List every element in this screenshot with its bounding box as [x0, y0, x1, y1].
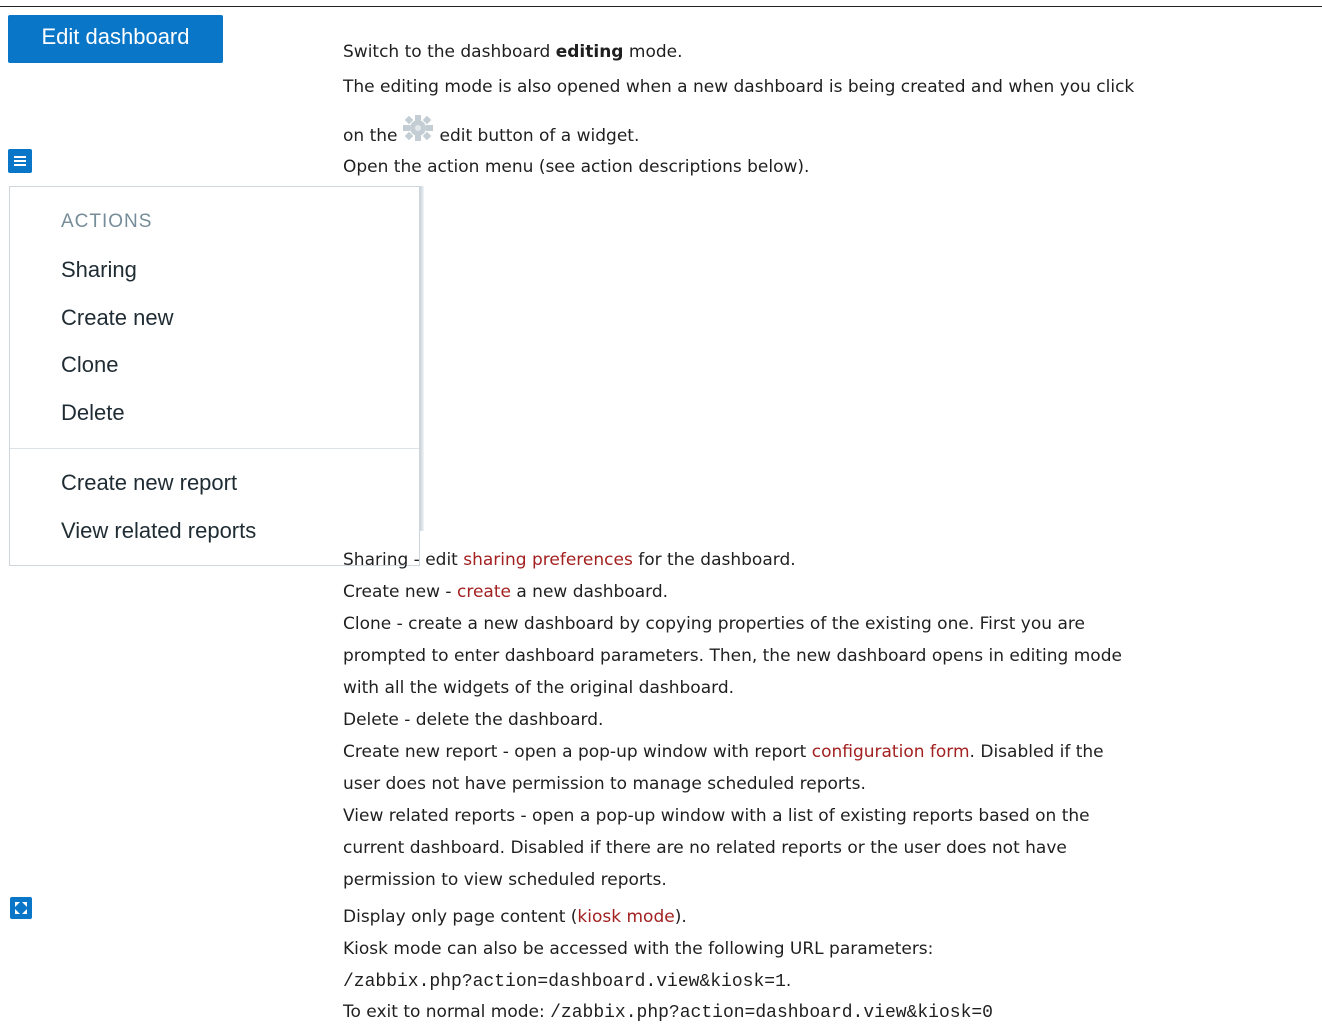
edit-dashboard-button[interactable]: Edit dashboard	[8, 15, 223, 63]
edit-desc-line3: on the edit button of a widget.	[343, 115, 639, 148]
kiosk-exit-label: To exit to normal mode:	[343, 1002, 551, 1022]
sharing-desc: Sharing - edit sharing preferences for t…	[343, 548, 796, 572]
report-desc-pre: Create new report - open a pop-up window…	[343, 742, 812, 762]
clone-desc-line1: Clone - create a new dashboard by copyin…	[343, 614, 1085, 634]
kiosk-url-on-line: /zabbix.php?action=dashboard.view&kiosk=…	[343, 969, 791, 994]
sharing-preferences-link[interactable]: sharing preferences	[463, 550, 633, 570]
clone-desc-line3: with all the widgets of the original das…	[343, 678, 735, 698]
delete-desc: Delete - delete the dashboard.	[343, 710, 604, 730]
action-menu-desc: Open the action menu (see action descrip…	[343, 157, 810, 177]
menu-item-view-related-reports[interactable]: View related reports	[61, 518, 256, 544]
kiosk-desc-line2: Kiosk mode can also be accessed with the…	[343, 939, 934, 959]
view-reports-desc-line2: current dashboard. Disabled if there are…	[343, 838, 1067, 858]
edit-desc-text: Switch to the dashboard	[343, 42, 556, 62]
edit-desc-bold: editing	[555, 42, 624, 62]
edit-desc-line3-pre: on the	[343, 126, 398, 146]
report-desc-line1: Create new report - open a pop-up window…	[343, 740, 1104, 764]
menu-heading: ACTIONS	[61, 211, 153, 232]
report-desc-line2: user does not have permission to manage …	[343, 774, 866, 794]
sharing-desc-post: for the dashboard.	[632, 550, 796, 570]
clone-desc-line2: prompted to enter dashboard parameters. …	[343, 646, 1122, 666]
kiosk-url-off: /zabbix.php?action=dashboard.view&kiosk=…	[550, 1003, 993, 1023]
edit-desc-line1: Switch to the dashboard editing mode.	[343, 40, 683, 64]
view-reports-desc-line1: View related reports - open a pop-up win…	[343, 806, 1090, 826]
edit-desc-line3-post: edit button of a widget.	[439, 126, 640, 146]
kiosk-url-on: /zabbix.php?action=dashboard.view&kiosk=…	[343, 972, 786, 992]
view-reports-desc-line3: permission to view scheduled reports.	[343, 870, 667, 890]
kiosk-desc: Display only page content (kiosk mode).	[343, 905, 687, 929]
kiosk-mode-icon[interactable]	[10, 897, 32, 919]
menu-item-sharing[interactable]: Sharing	[61, 257, 137, 283]
report-desc-post: . Disabled if the	[969, 742, 1104, 762]
menu-divider	[10, 448, 419, 449]
create-desc: Create new - create a new dashboard.	[343, 580, 668, 604]
kiosk-url-on-suffix: .	[785, 971, 792, 991]
kiosk-exit-line: To exit to normal mode: /zabbix.php?acti…	[343, 1000, 993, 1025]
action-menu-icon[interactable]	[8, 149, 32, 173]
create-desc-post: a new dashboard.	[510, 582, 669, 602]
action-menu: ACTIONS Sharing Create new Clone Delete …	[9, 186, 420, 566]
edit-desc-end: mode.	[623, 42, 683, 62]
gear-icon	[400, 115, 436, 145]
sharing-desc-pre: Sharing - edit	[343, 550, 464, 570]
menu-item-clone[interactable]: Clone	[61, 352, 118, 378]
create-desc-pre: Create new -	[343, 582, 457, 602]
top-rule	[0, 6, 1322, 7]
menu-shadow	[420, 186, 424, 531]
menu-item-delete[interactable]: Delete	[61, 400, 125, 426]
create-link[interactable]: create	[457, 582, 511, 602]
menu-item-create-new-report[interactable]: Create new report	[61, 470, 237, 496]
menu-item-create-new[interactable]: Create new	[61, 305, 174, 331]
kiosk-desc-pre: Display only page content (	[343, 907, 578, 927]
configuration-form-link[interactable]: configuration form	[812, 742, 970, 762]
kiosk-desc-post: ).	[674, 907, 687, 927]
kiosk-mode-link[interactable]: kiosk mode	[577, 907, 674, 927]
edit-desc-line2: The editing mode is also opened when a n…	[343, 77, 1135, 97]
